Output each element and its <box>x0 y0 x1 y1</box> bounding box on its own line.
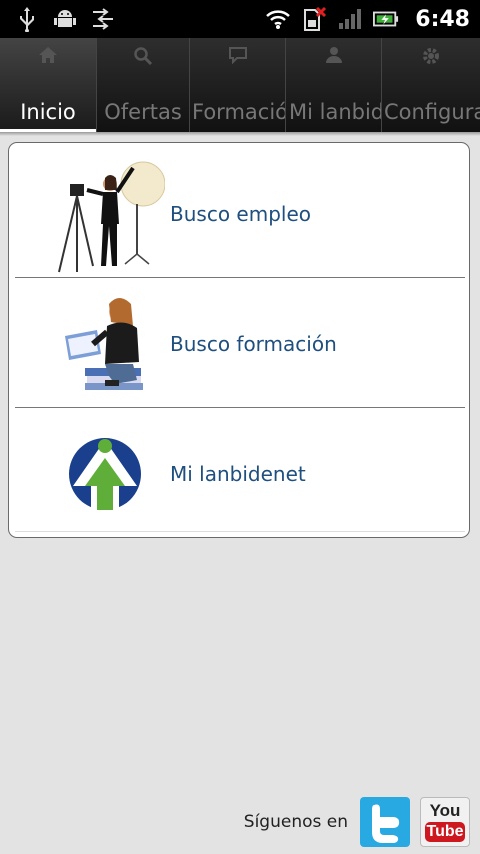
status-bar: 6:48 <box>0 0 480 38</box>
search-icon <box>97 46 189 68</box>
tab-label: Ofertas <box>104 100 182 124</box>
battery-charging-icon <box>373 5 399 33</box>
photographer-image <box>45 154 166 274</box>
list-item-label: Busco formación <box>170 332 337 356</box>
usb-icon <box>14 5 40 33</box>
menu-list: Busco empleo Busco formación Mi lanbiden… <box>8 142 470 538</box>
divider <box>15 531 465 532</box>
tab-bar-shadow <box>0 132 480 136</box>
twitter-button[interactable] <box>360 797 410 847</box>
student-reading-image <box>45 284 165 404</box>
tab-inicio[interactable]: Inicio <box>0 38 97 132</box>
list-item-label: Busco empleo <box>170 202 311 226</box>
youtube-button[interactable]: You Tube <box>420 797 470 847</box>
twitter-icon <box>372 804 400 843</box>
list-item-mi-lanbidenet[interactable]: Mi lanbidenet <box>15 409 465 539</box>
signal-icon <box>337 5 363 33</box>
youtube-icon: You Tube <box>421 798 469 846</box>
android-debug-icon <box>52 5 78 33</box>
tab-label: Formación <box>192 100 285 124</box>
divider <box>15 277 465 278</box>
home-icon <box>0 46 96 68</box>
clock: 6:48 <box>415 6 470 32</box>
no-sim-icon <box>301 5 327 33</box>
sync-icon <box>90 5 116 33</box>
tab-ofertas[interactable]: Ofertas <box>97 38 190 132</box>
chat-icon <box>190 46 285 68</box>
youtube-you-text: You <box>429 801 461 820</box>
list-item-busco-formacion[interactable]: Busco formación <box>15 279 465 409</box>
user-icon <box>286 46 381 68</box>
tab-mi-lanbidenet[interactable]: Mi lanbidenet <box>286 38 382 132</box>
youtube-tube-text: Tube <box>425 822 465 842</box>
follow-us-text: Síguenos en <box>243 812 348 832</box>
tab-label: Mi lanbidenet <box>289 100 381 124</box>
divider <box>15 407 465 408</box>
tab-label: Configuración <box>384 100 480 124</box>
tab-label: Inicio <box>20 100 76 124</box>
list-item-label: Mi lanbidenet <box>170 462 306 486</box>
tab-configuracion[interactable]: Configuración <box>382 38 480 132</box>
list-item-busco-empleo[interactable]: Busco empleo <box>15 149 465 279</box>
wifi-icon <box>265 5 291 33</box>
tab-formacion[interactable]: Formación <box>190 38 286 132</box>
tab-bar: Inicio Ofertas Formación Mi lanbidenet C… <box>0 38 480 132</box>
gear-icon <box>382 46 480 68</box>
lanbide-logo <box>45 414 165 534</box>
social-footer: Síguenos en You Tube <box>244 796 470 848</box>
